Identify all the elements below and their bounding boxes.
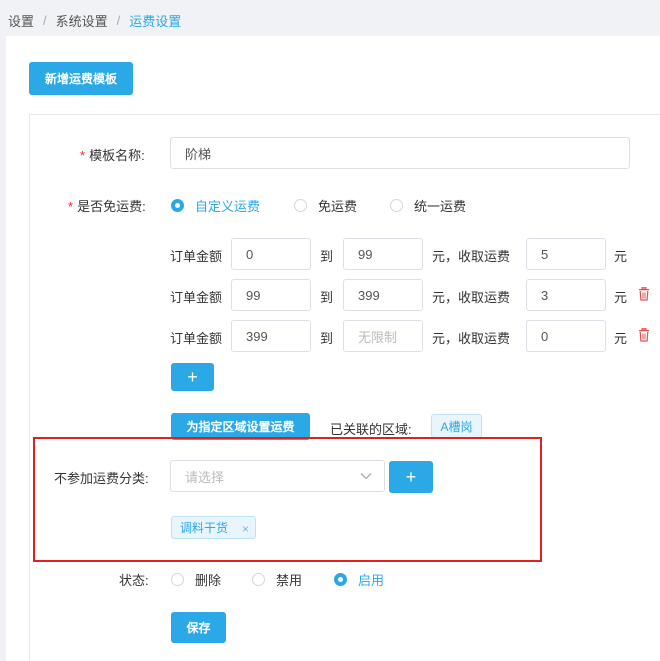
breadcrumb-shipping-settings: 运费设置	[129, 13, 182, 29]
tier-from-input[interactable]: 99	[231, 279, 311, 311]
template-name-input[interactable]: 阶梯	[170, 137, 630, 169]
radio-circle	[390, 199, 403, 212]
tier-unit: 元	[614, 290, 628, 305]
breadcrumb-separator: /	[43, 12, 47, 28]
tier-charge-label: 元，收取运费	[432, 290, 511, 305]
tier-charge-label: 元，收取运费	[432, 249, 511, 264]
radio-circle	[294, 199, 307, 212]
tier-to-label: 到	[320, 249, 334, 264]
radio-flat-shipping[interactable]: 统一运费	[390, 196, 466, 215]
tier-from-input[interactable]: 0	[231, 238, 311, 270]
tier-fee-input[interactable]: 0	[526, 320, 606, 352]
radio-status-delete[interactable]: 删除	[171, 570, 221, 589]
tier-to-input[interactable]: 无限制	[343, 320, 423, 352]
highlight-box	[33, 437, 542, 562]
radio-circle	[171, 573, 184, 586]
status-label: 状态:	[119, 573, 149, 588]
tier-unit: 元	[614, 331, 628, 346]
radio-custom-shipping[interactable]: 自定义运费	[171, 196, 260, 215]
free-shipping-label: * 是否免运费:	[68, 199, 146, 214]
save-button[interactable]: 保存	[171, 612, 226, 643]
linked-region-tag[interactable]: A槽岗	[431, 414, 482, 438]
tier-charge-label: 元，收取运费	[432, 331, 511, 346]
set-region-shipping-button[interactable]: 为指定区域设置运费	[171, 413, 310, 440]
radio-circle	[171, 199, 184, 212]
trash-icon[interactable]	[638, 328, 650, 342]
breadcrumb-settings[interactable]: 设置	[8, 11, 34, 30]
radio-circle	[334, 573, 347, 586]
tier-prefix: 订单金额	[170, 290, 223, 305]
tier-to-label: 到	[320, 290, 334, 305]
linked-region-label: 已关联的区域:	[330, 422, 412, 437]
tier-unit: 元	[614, 249, 628, 264]
tier-from-input[interactable]: 399	[231, 320, 311, 352]
radio-status-enable[interactable]: 启用	[334, 570, 384, 589]
add-template-button[interactable]: 新增运费模板	[29, 62, 133, 95]
tier-prefix: 订单金额	[170, 249, 223, 264]
radio-circle	[252, 573, 265, 586]
tier-fee-input[interactable]: 5	[526, 238, 606, 270]
trash-icon[interactable]	[638, 287, 650, 301]
tier-prefix: 订单金额	[170, 331, 223, 346]
radio-free-shipping[interactable]: 免运费	[294, 196, 357, 215]
tier-to-label: 到	[320, 331, 334, 346]
breadcrumb-separator: /	[116, 12, 121, 28]
tier-to-input[interactable]: 99	[343, 238, 423, 270]
tier-fee-input[interactable]: 3	[526, 279, 606, 311]
template-name-label: * 模板名称:	[80, 148, 145, 163]
tier-to-input[interactable]: 399	[343, 279, 423, 311]
add-tier-button[interactable]: +	[171, 363, 214, 391]
breadcrumb: 设置 / 系统设置 / 运费设置	[8, 10, 181, 30]
radio-status-disable[interactable]: 禁用	[252, 570, 302, 589]
breadcrumb-system-settings[interactable]: 系统设置	[56, 11, 108, 30]
